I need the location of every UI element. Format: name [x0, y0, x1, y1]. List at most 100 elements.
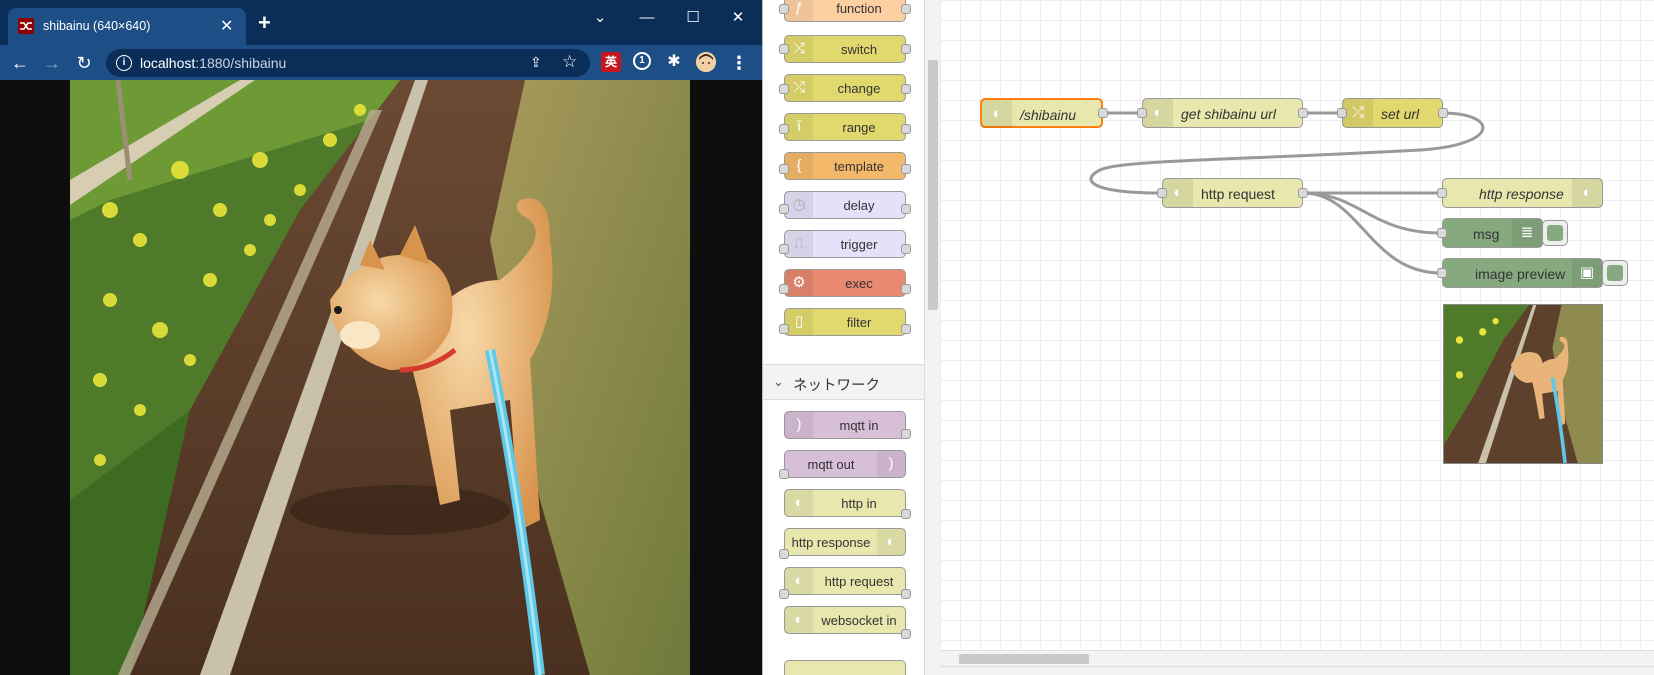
palette-category-network[interactable]: ⌄ ネットワーク [763, 364, 924, 400]
flow-node-http-response[interactable]: http response ◐ [1442, 178, 1603, 208]
output-port[interactable] [1438, 108, 1448, 118]
input-port[interactable] [1437, 188, 1447, 198]
palette-node-label: mqtt out [807, 457, 855, 472]
palette-node-label: http response [791, 535, 871, 550]
palette-port [779, 164, 789, 174]
globe-icon: ◐ [785, 568, 813, 594]
palette-node-label: function [836, 1, 882, 16]
globe-icon: ◐ [1143, 99, 1173, 127]
flow-node-http-in[interactable]: ◐ /shibainu [980, 98, 1103, 128]
browser-toolbar: ← → ↻ i localhost:1880/shibainu ⇪ ☆ 英 1 … [0, 45, 762, 80]
palette-port [779, 4, 789, 14]
workspace-footer [940, 666, 1654, 675]
exec-icon: ⚙ [785, 270, 813, 296]
flow-node-debug-msg[interactable]: msg ≣ [1442, 218, 1543, 248]
palette-port [779, 284, 789, 294]
globe-icon: ◐ [1163, 179, 1193, 207]
forward-button[interactable]: → [41, 52, 63, 74]
input-port[interactable] [1137, 108, 1147, 118]
flow-node-http-request[interactable]: ◐ http request [1162, 178, 1303, 208]
flow-node-set-url[interactable]: ⤮ set url [1342, 98, 1443, 128]
palette-node-label: mqtt in [839, 418, 879, 433]
close-window-button[interactable]: ✕ [726, 6, 750, 30]
palette-node-label: template [834, 159, 884, 174]
palette-port [901, 124, 911, 134]
palette-scrollbar[interactable] [924, 0, 940, 675]
translate-extension-icon[interactable]: 英 [601, 52, 621, 72]
minimize-button[interactable]: — [635, 6, 659, 30]
flow-node-image-preview[interactable]: image preview ▣ [1442, 258, 1603, 288]
new-tab-button[interactable]: + [258, 10, 271, 36]
tab-search-icon[interactable]: ⌄ [588, 6, 612, 30]
palette-node-switch[interactable]: ⤨ switch [784, 35, 906, 63]
tab-close-icon[interactable]: ✕ [220, 16, 233, 36]
palette-node-http-request[interactable]: ◐ http request [784, 567, 906, 595]
template-icon: { [785, 153, 813, 179]
palette-node-label: exec [845, 276, 873, 291]
address-bar[interactable]: i localhost:1880/shibainu ⇪ ☆ [106, 49, 590, 77]
palette-node-function[interactable]: ƒ function [784, 0, 906, 22]
browser-menu-icon[interactable]: ⋮ [728, 52, 750, 74]
palette-node-trigger[interactable]: ⎍ trigger [784, 230, 906, 258]
globe-icon: ◐ [785, 607, 813, 633]
palette-node-label: http request [824, 574, 894, 589]
image-preview-toggle-button[interactable] [1602, 260, 1628, 286]
palette-port [901, 429, 911, 439]
debug-toggle-button[interactable] [1542, 220, 1568, 246]
reload-button[interactable]: ↻ [73, 52, 95, 74]
palette-port [901, 204, 911, 214]
input-port[interactable] [1437, 268, 1447, 278]
palette-node-exec[interactable]: ⚙ exec [784, 269, 906, 297]
palette-port [901, 164, 911, 174]
profile-avatar[interactable] [696, 52, 716, 72]
delay-icon: ◷ [785, 192, 813, 218]
output-port[interactable] [1098, 108, 1108, 118]
share-icon[interactable]: ⇪ [530, 54, 542, 71]
browser-window: shibainu (640×640) ✕ + ⌄ — ☐ ✕ ← → ↻ i l… [0, 0, 762, 675]
back-button[interactable]: ← [9, 52, 31, 74]
palette-node-mqtt-out[interactable]: mqtt out ) [784, 450, 906, 478]
input-port[interactable] [1437, 228, 1447, 238]
palette-node-range[interactable]: ǐ range [784, 113, 906, 141]
workspace-scrollbar-thumb[interactable] [959, 654, 1089, 664]
flow-node-get-shibainu-url[interactable]: ◐ get shibainu url [1142, 98, 1303, 128]
tab-title: shibainu (640×640) [43, 19, 151, 33]
palette-node-template[interactable]: { template [784, 152, 906, 180]
site-info-icon[interactable]: i [116, 55, 132, 71]
flow-node-label: http request [1201, 186, 1275, 202]
palette-node-http-response[interactable]: http response ◐ [784, 528, 906, 556]
extensions-puzzle-icon[interactable]: ✱ [664, 52, 684, 72]
palette-node-change[interactable]: ⤮ change [784, 74, 906, 102]
palette-node-mqtt-in[interactable]: ) mqtt in [784, 411, 906, 439]
input-port[interactable] [1337, 108, 1347, 118]
flow-node-label: set url [1381, 106, 1420, 122]
trigger-icon: ⎍ [785, 231, 813, 257]
input-port[interactable] [1157, 188, 1167, 198]
image-preview-thumbnail [1443, 304, 1603, 464]
palette-node-partial[interactable] [784, 660, 906, 675]
palette-port [779, 84, 789, 94]
palette-port [779, 44, 789, 54]
palette-node-websocket-in[interactable]: ◐ websocket in [784, 606, 906, 634]
workspace-horizontal-scrollbar[interactable] [940, 650, 1654, 666]
palette-port [901, 589, 911, 599]
palette-node-http-in[interactable]: ◐ http in [784, 489, 906, 517]
bookmark-star-icon[interactable]: ☆ [562, 52, 577, 72]
palette-node-delay[interactable]: ◷ delay [784, 191, 906, 219]
palette-port [901, 244, 911, 254]
output-port[interactable] [1298, 188, 1308, 198]
flow-node-label: image preview [1475, 266, 1566, 282]
globe-icon: ◐ [877, 529, 905, 555]
maximize-button[interactable]: ☐ [681, 6, 705, 30]
browser-tab[interactable]: shibainu (640×640) ✕ [8, 8, 246, 45]
url-text[interactable]: localhost:1880/shibainu [140, 55, 286, 71]
password-extension-icon[interactable]: 1 [633, 52, 651, 70]
output-port[interactable] [1298, 108, 1308, 118]
change-icon: ⤮ [1343, 99, 1373, 127]
palette-scrollbar-thumb[interactable] [928, 60, 938, 310]
palette-port [901, 44, 911, 54]
palette-port [779, 204, 789, 214]
globe-icon: ◐ [785, 490, 813, 516]
palette-port [901, 509, 911, 519]
palette-node-filter[interactable]: ▯ filter [784, 308, 906, 336]
